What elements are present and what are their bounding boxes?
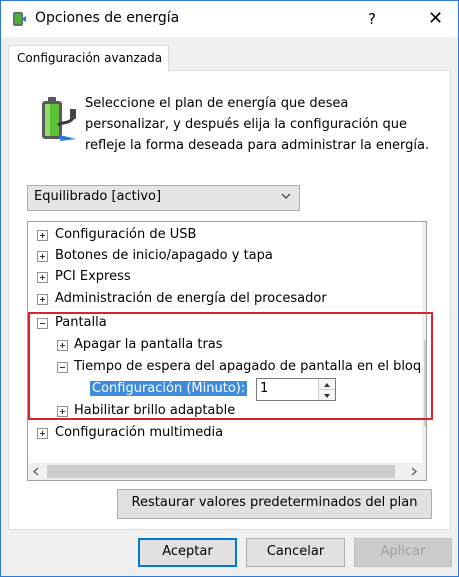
expand-plus-icon[interactable] — [37, 428, 48, 439]
scroll-down-icon[interactable] — [422, 446, 427, 463]
scroll-right-icon[interactable] — [405, 463, 422, 480]
instructions-line: Seleccione el plan de energía que desea — [85, 96, 349, 111]
spinner-down-button[interactable] — [318, 389, 335, 400]
power-options-dialog: Opciones de energía ? ✕ Configuración av… — [0, 0, 459, 577]
minutes-spinner[interactable]: 1 — [256, 378, 336, 401]
tree-item-label: PCI Express — [55, 269, 131, 284]
scroll-left-icon[interactable] — [28, 463, 45, 480]
tree-item-label: Configuración de USB — [55, 227, 197, 242]
battery-icon — [42, 97, 76, 141]
apply-button[interactable]: Aplicar — [354, 538, 452, 567]
expand-plus-icon[interactable] — [57, 406, 68, 417]
expand-plus-icon[interactable] — [37, 251, 48, 262]
minutes-value: 1 — [260, 381, 269, 396]
title-bar: Opciones de energía ? ✕ — [1, 1, 458, 37]
settings-tree[interactable]: Configuración de USB Botones de inicio/a… — [27, 221, 427, 481]
tree-item-label: Tiempo de espera del apagado de pantalla… — [74, 359, 426, 374]
cancel-button[interactable]: Cancelar — [246, 538, 345, 567]
instructions-text: Seleccione el plan de energía que desea … — [85, 93, 445, 156]
tree-item-label: Configuración multimedia — [55, 425, 224, 440]
power-plan-select[interactable]: Equilibrado [activo] — [27, 185, 300, 211]
accept-button[interactable]: Aceptar — [138, 538, 237, 567]
restore-defaults-button[interactable]: Restaurar valores predeterminados del pl… — [117, 489, 432, 519]
close-button[interactable]: ✕ — [413, 1, 458, 37]
tree-item-label: Habilitar brillo adaptable — [74, 403, 236, 418]
vertical-scroll-thumb[interactable] — [424, 340, 426, 426]
scrollbar-corner — [422, 463, 426, 480]
collapse-minus-icon[interactable] — [37, 318, 48, 329]
expand-plus-icon[interactable] — [37, 294, 48, 305]
scroll-up-icon[interactable] — [422, 222, 427, 239]
chevron-down-icon — [281, 193, 291, 199]
tree-item-label: Apagar la pantalla tras — [74, 337, 223, 352]
power-plan-value: Equilibrado [activo] — [34, 189, 162, 204]
expand-plus-icon[interactable] — [37, 272, 48, 283]
expand-plus-icon[interactable] — [37, 230, 48, 241]
tree-item-label: Pantalla — [55, 315, 107, 330]
expand-plus-icon[interactable] — [57, 340, 68, 351]
horizontal-scroll-thumb[interactable] — [47, 465, 395, 478]
help-button[interactable]: ? — [354, 1, 390, 37]
tree-item-label: Botones de inicio/apagado y tapa — [55, 248, 273, 263]
tab-label: Configuración avanzada — [17, 51, 163, 65]
instructions-line: personalizar, y después elija la configu… — [85, 117, 407, 132]
window-title: Opciones de energía — [35, 10, 180, 26]
vertical-scrollbar[interactable] — [422, 222, 427, 463]
chevron-down-icon — [324, 394, 330, 398]
horizontal-scrollbar[interactable] — [28, 463, 422, 480]
tree-item-label: Administración de energía del procesador — [55, 291, 327, 306]
setting-label-selected: Configuración (Minuto): — [90, 381, 248, 396]
settings-panel: Seleccione el plan de energía que desea … — [8, 70, 451, 530]
spinner-up-button[interactable] — [318, 379, 335, 389]
instructions-line: refleje la forma deseada para administra… — [85, 138, 430, 153]
power-plan-icon — [13, 12, 26, 26]
tree-item-setting-minutes[interactable]: Configuración (Minuto): 1 — [28, 378, 422, 401]
collapse-minus-icon[interactable] — [57, 362, 68, 373]
tab-advanced-settings[interactable]: Configuración avanzada — [8, 45, 169, 72]
